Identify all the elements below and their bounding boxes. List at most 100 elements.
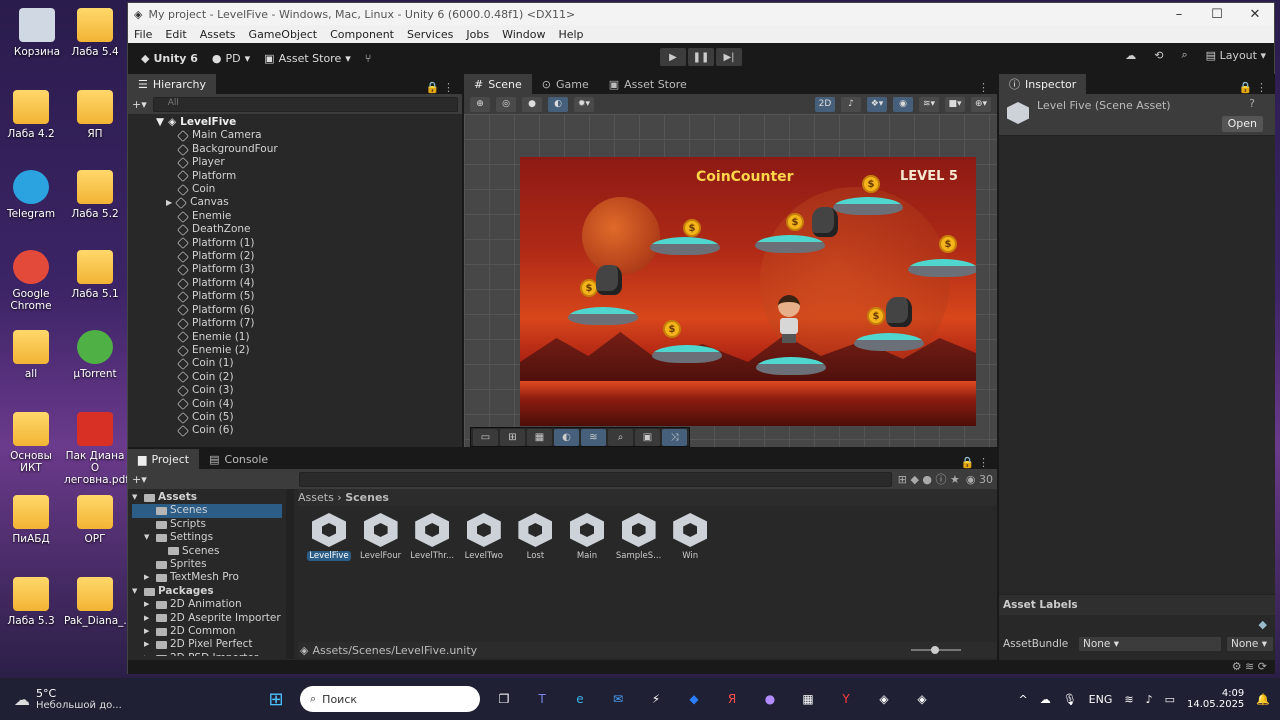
project-search-input[interactable] <box>298 471 892 487</box>
clock[interactable]: 4:09 14.05.2025 <box>1187 688 1244 710</box>
hierarchy-item[interactable]: Platform (2) <box>156 250 462 263</box>
scene-viewport[interactable]: CoinCounter LEVEL 5 $ $ $ $ $ $ $ ▭ ⊞ ▦ ◐ ≋ ⌕ … <box>464 114 997 447</box>
hierarchy-item[interactable]: ▶ Canvas <box>156 196 462 210</box>
hierarchy-item[interactable]: Platform <box>156 170 462 183</box>
panel-menu-icon[interactable]: 🔒 ⋮ <box>953 456 997 469</box>
notification-icon[interactable]: 🔔 <box>1256 693 1270 706</box>
tag-icon[interactable]: ◆ <box>1259 618 1267 631</box>
shuffle-icon[interactable]: ⤨ <box>662 429 687 446</box>
desktop-icon[interactable]: Лаба 4.2 <box>0 90 62 140</box>
scene-asset[interactable]: SampleS... <box>614 513 664 561</box>
open-button[interactable]: Open <box>1221 116 1263 132</box>
alice-icon[interactable]: ● <box>756 685 784 713</box>
language-indicator[interactable]: ENG <box>1089 693 1113 706</box>
hierarchy-item[interactable]: Main Camera <box>156 129 462 143</box>
scene-asset[interactable]: Main <box>562 513 612 561</box>
yandex-browser-icon[interactable]: Y <box>832 685 860 713</box>
tab-scene[interactable]: # Scene <box>464 74 532 94</box>
asset-store-dropdown[interactable]: ▣ Asset Store ▾ <box>257 48 358 68</box>
project-tree-item[interactable]: Scripts <box>132 518 282 531</box>
menu-item[interactable]: Assets <box>200 28 236 41</box>
account-dropdown[interactable]: ● PD ▾ <box>205 48 257 68</box>
play-button[interactable]: ▶ <box>660 48 686 66</box>
desktop-icon[interactable]: ЯП <box>64 90 126 140</box>
project-tree-item[interactable]: ▶ TextMesh Pro <box>132 571 282 584</box>
shading-button[interactable]: ● <box>522 96 542 112</box>
project-tree-item[interactable]: ▶ 2D Animation <box>132 598 282 611</box>
chevron-up-icon[interactable]: ^ <box>1018 693 1027 706</box>
hierarchy-item[interactable]: DeathZone <box>156 223 462 236</box>
taskbar-search[interactable]: ⌕ Поиск <box>300 686 480 712</box>
project-tree-item[interactable]: ▼ Packages <box>132 585 282 598</box>
gizmo-orientation-button[interactable]: ⊕ <box>470 96 490 112</box>
layers-dropdown[interactable]: ≋▾ <box>919 96 939 112</box>
desktop-icon[interactable]: µTorrent <box>64 330 126 380</box>
hierarchy-item[interactable]: BackgroundFour <box>156 143 462 156</box>
minimize-icon[interactable]: – <box>1160 7 1198 22</box>
draw-mode-button[interactable]: ◐ <box>548 96 568 112</box>
effects-dropdown[interactable]: ❖▾ <box>867 96 887 112</box>
desktop-icon[interactable]: Google Chrome <box>0 250 62 312</box>
hierarchy-item[interactable]: Enemie <box>156 210 462 223</box>
menu-item[interactable]: Help <box>558 28 583 41</box>
yandex-icon[interactable]: Я <box>718 685 746 713</box>
project-tree-item[interactable]: ▶ 2D Pixel Perfect <box>132 638 282 651</box>
hierarchy-item[interactable]: Coin (6) <box>156 424 462 438</box>
visibility-toggle[interactable]: ◉ <box>893 96 913 112</box>
close-icon[interactable]: ✕ <box>1236 7 1274 22</box>
search-icon[interactable]: ⌕ <box>1182 48 1188 62</box>
history-icon[interactable]: ⟲ <box>1154 49 1163 62</box>
teams-icon[interactable]: T <box>528 685 556 713</box>
scene-asset[interactable]: LevelTwo <box>459 513 509 561</box>
hierarchy-item[interactable]: Platform (7) <box>156 317 462 330</box>
mic-icon[interactable]: 🎙 <box>1063 693 1077 706</box>
mail-icon[interactable]: ✉ <box>604 685 632 713</box>
hierarchy-item[interactable]: Coin (1) <box>156 357 462 371</box>
scene-asset[interactable]: Win <box>665 513 715 561</box>
desktop-icon[interactable]: Лаба 5.4 <box>64 8 126 58</box>
desktop-icon[interactable]: all <box>0 330 62 380</box>
dropbox-icon[interactable]: ◆ <box>680 685 708 713</box>
unity-account-button[interactable]: ◆ Unity 6 <box>134 48 205 68</box>
pause-button[interactable]: ❚❚ <box>688 48 714 66</box>
desktop-icon[interactable]: Пак Диана О леговна.pdf <box>64 412 129 486</box>
desktop-icon[interactable]: Лаба 5.1 <box>64 250 126 300</box>
global-local-button[interactable]: ◎ <box>496 96 516 112</box>
scene-root-row[interactable]: ▼ ◈ LevelFive <box>156 116 462 129</box>
status-icons[interactable]: ⚙ ≋ ⟳ <box>1232 660 1267 673</box>
menu-item[interactable]: GameObject <box>249 28 318 41</box>
desktop-icon[interactable]: Pak_Diana_... <box>64 577 133 627</box>
project-tree-item[interactable]: Sprites <box>132 558 282 571</box>
sprite-tool-icon[interactable]: ◐ <box>554 429 579 446</box>
transform-tool-icon[interactable]: ⊞ <box>500 429 525 446</box>
scene-asset[interactable]: LevelFour <box>356 513 406 561</box>
layout-dropdown[interactable]: ▤ Layout ▾ <box>1206 49 1266 62</box>
project-tree-item[interactable]: Scenes <box>132 504 282 518</box>
filter-icons[interactable]: ⊞ ◆ ● ⓘ ★ <box>898 471 960 487</box>
lighting-button[interactable]: ✹▾ <box>574 96 594 112</box>
gizmos-dropdown[interactable]: ⊕▾ <box>971 96 991 112</box>
desktop-icon[interactable]: Лаба 5.2 <box>64 170 126 220</box>
desktop-icon[interactable]: Основы ИКТ <box>0 412 62 474</box>
menu-item[interactable]: Jobs <box>466 28 489 41</box>
hierarchy-item[interactable]: Player <box>156 156 462 169</box>
scene-asset[interactable]: LevelThr... <box>407 513 457 561</box>
menu-item[interactable]: Edit <box>165 28 186 41</box>
unity-editor-icon[interactable]: ◈ <box>908 685 936 713</box>
hierarchy-item[interactable]: Platform (5) <box>156 290 462 303</box>
hierarchy-search-input[interactable]: All <box>152 96 458 112</box>
version-control-button[interactable]: ⑂ <box>358 48 379 68</box>
expand-arrow-icon[interactable]: ▶ <box>166 196 172 209</box>
project-tree-item[interactable]: ▼ Settings <box>132 531 282 544</box>
help-icon[interactable]: ? <box>1249 97 1255 110</box>
tab-inspector[interactable]: ⓘ Inspector <box>999 74 1087 94</box>
desktop-icon[interactable]: Telegram <box>0 170 62 220</box>
project-tree-item[interactable]: ▶ 2D PSD Importer <box>132 652 282 656</box>
desktop-icon[interactable]: ПиАБД <box>0 495 62 545</box>
zoom-slider[interactable] <box>911 646 961 654</box>
desktop-icon[interactable]: Лаба 5.3 <box>0 577 62 627</box>
breadcrumb-scenes[interactable]: Scenes <box>345 491 389 504</box>
fl-studio-icon[interactable]: ⚡ <box>642 685 670 713</box>
project-tree-item[interactable]: ▼ Assets <box>132 491 282 504</box>
hierarchy-item[interactable]: Enemie (1) <box>156 331 462 344</box>
